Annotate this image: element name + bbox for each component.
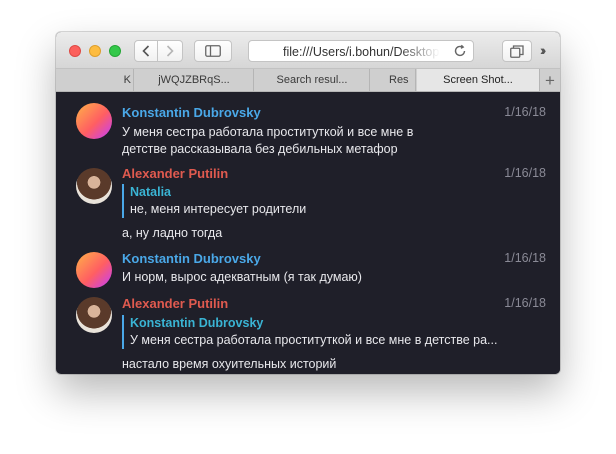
browser-window: file:///Users/i.bohun/Desktop/ ›› K jWQJ… <box>56 32 560 374</box>
tab-1[interactable]: K <box>56 69 134 91</box>
sidebar-toggle-button[interactable] <box>194 40 232 62</box>
tabs-overview-button[interactable] <box>502 40 532 62</box>
reply-quote[interactable]: Natalia не, меня интересует родители <box>122 184 306 218</box>
tab-label: K <box>123 74 131 86</box>
chat-message: Konstantin Dubrovsky 1/16/18 У меня сест… <box>66 103 560 157</box>
forward-button[interactable] <box>158 40 183 62</box>
quote-text: не, меня интересует родители <box>130 202 307 216</box>
url-fade <box>399 41 447 61</box>
chat-message: Konstantin Dubrovsky 1/16/18 И норм, выр… <box>66 249 560 289</box>
reply-quote[interactable]: Konstantin Dubrovsky У меня сестра работ… <box>122 315 497 349</box>
tab-label: Search resul... <box>276 74 348 86</box>
chat-message: Alexander Putilin 1/16/18 Konstantin Dub… <box>66 295 560 374</box>
avatar[interactable] <box>76 297 112 333</box>
message-date: 1/16/18 <box>504 105 546 119</box>
back-chevron-icon <box>142 45 150 57</box>
message-author[interactable]: Konstantin Dubrovsky <box>122 251 261 266</box>
forward-chevron-icon <box>166 45 174 57</box>
message-text: И норм, вырос адекватным (я так думаю) <box>122 270 362 284</box>
quote-author: Konstantin Dubrovsky <box>130 316 264 330</box>
message-date: 1/16/18 <box>504 166 546 180</box>
back-button[interactable] <box>134 40 158 62</box>
avatar[interactable] <box>76 103 112 139</box>
tabs-overview-icon <box>510 44 524 58</box>
new-tab-plus-icon[interactable]: + <box>540 70 560 92</box>
tab-label: jWQJZBRqS... <box>158 74 230 86</box>
avatar[interactable] <box>76 252 112 288</box>
minimize-window-button[interactable] <box>89 45 101 57</box>
tab-5-active[interactable]: Screen Shot... <box>417 69 540 91</box>
message-text-line-2: детстве рассказывала без дебильных метаф… <box>122 142 398 156</box>
tab-bar: K jWQJZBRqS... Search resul... Res Scree… <box>56 69 560 92</box>
tab-3[interactable]: Search resul... <box>255 69 370 91</box>
quote-text: У меня сестра работала проституткой и вс… <box>130 333 498 347</box>
message-date: 1/16/18 <box>504 251 546 265</box>
close-window-button[interactable] <box>69 45 81 57</box>
reload-icon[interactable] <box>453 44 467 58</box>
message-text: а, ну ладно тогда <box>122 226 223 240</box>
message-author[interactable]: Konstantin Dubrovsky <box>122 105 261 120</box>
tab-2[interactable]: jWQJZBRqS... <box>135 69 254 91</box>
tab-4[interactable]: Res <box>371 69 416 91</box>
browser-toolbar: file:///Users/i.bohun/Desktop/ ›› <box>56 32 560 69</box>
message-author[interactable]: Alexander Putilin <box>122 166 228 181</box>
chat-message: Alexander Putilin 1/16/18 Natalia не, ме… <box>66 164 560 244</box>
tab-label: Screen Shot... <box>443 74 513 86</box>
maximize-window-button[interactable] <box>109 45 121 57</box>
message-date: 1/16/18 <box>504 296 546 310</box>
quote-author: Natalia <box>130 185 171 199</box>
address-bar[interactable]: file:///Users/i.bohun/Desktop/ <box>248 40 474 62</box>
message-author[interactable]: Alexander Putilin <box>122 296 228 311</box>
chat-content: Konstantin Dubrovsky 1/16/18 У меня сест… <box>66 93 560 374</box>
message-text-line-1: У меня сестра работала проституткой и вс… <box>122 125 414 139</box>
avatar[interactable] <box>76 168 112 204</box>
sidebar-icon <box>205 45 221 57</box>
more-chevrons-icon[interactable]: ›› <box>540 42 547 58</box>
message-text: настало время охуительных историй <box>122 357 337 371</box>
tab-label: Res <box>389 74 409 86</box>
